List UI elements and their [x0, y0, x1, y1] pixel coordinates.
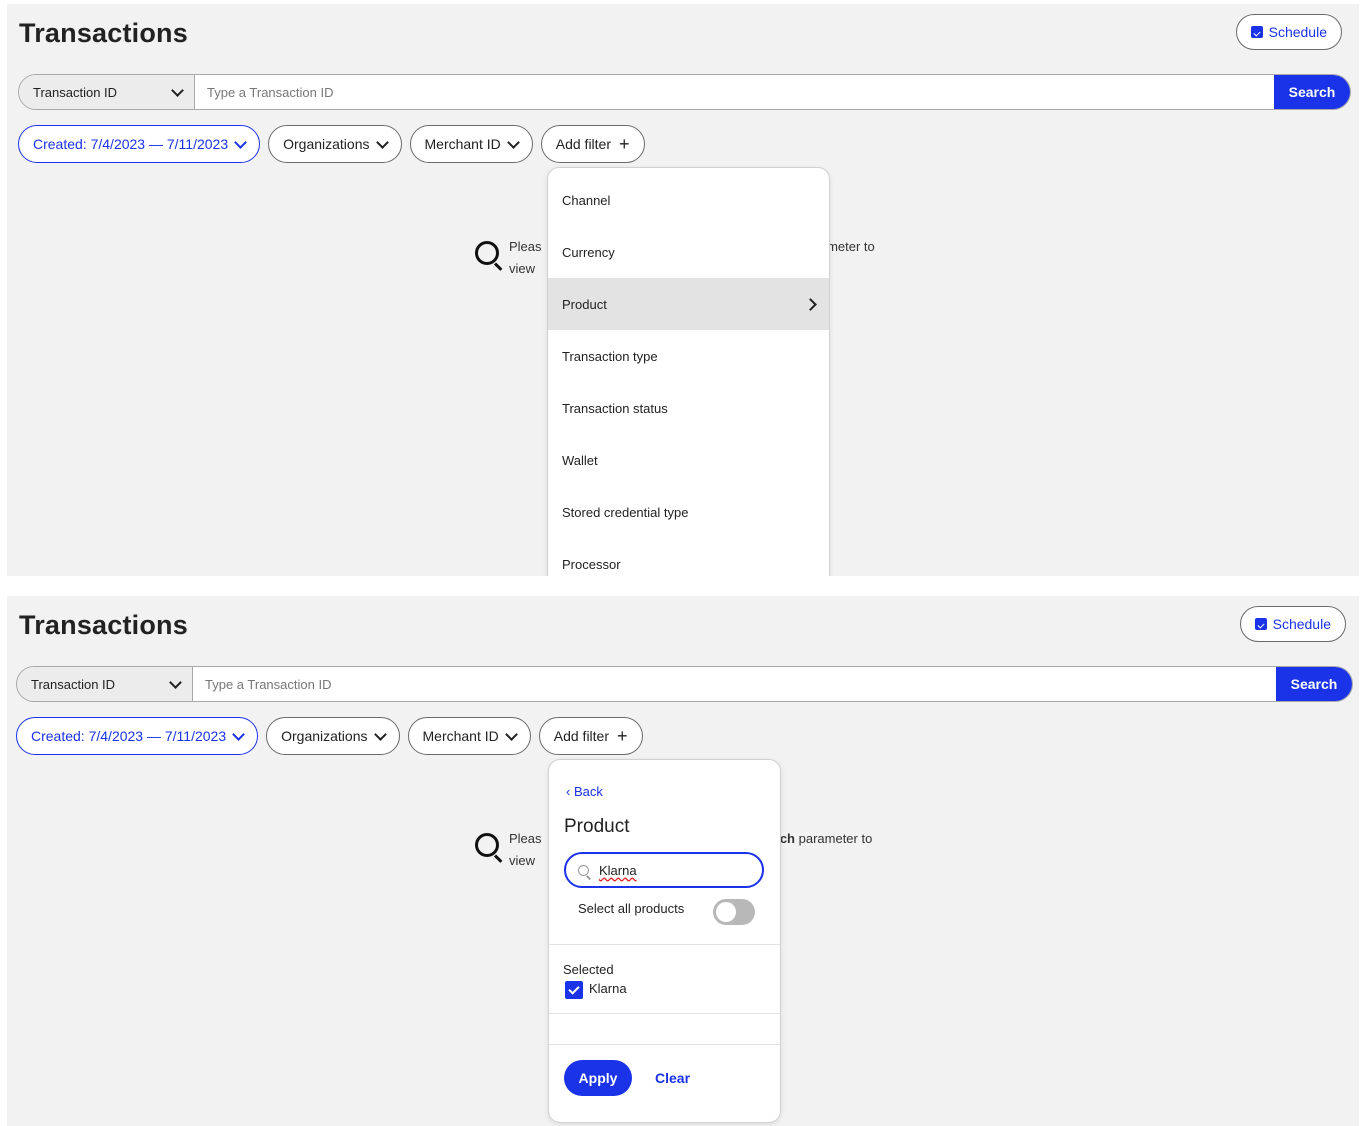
selected-heading: Selected [563, 962, 614, 977]
chevron-down-icon [373, 727, 387, 741]
menu-item-label: Channel [562, 192, 611, 208]
chevron-right-icon [804, 297, 817, 311]
add-filter-menu: Channel Currency Product Transaction typ… [547, 167, 830, 576]
add-filter-label: Add filter [553, 728, 609, 744]
plus-icon: + [617, 726, 628, 746]
menu-item-label: Stored credential type [562, 504, 689, 520]
apply-button[interactable]: Apply [564, 1060, 632, 1096]
add-filter-button[interactable]: Add filter + [538, 717, 643, 755]
search-icon [475, 833, 499, 857]
organizations-filter[interactable]: Organizations [266, 717, 400, 755]
menu-item-channel[interactable]: Channel [548, 174, 829, 226]
search-button[interactable]: Search [1276, 667, 1352, 701]
calendar-check-icon [1254, 618, 1267, 630]
select-all-label: Select all products [578, 901, 685, 916]
schedule-button[interactable]: Schedule [1239, 606, 1346, 642]
selected-item-label: Klarna [589, 981, 627, 996]
chevron-down-icon [375, 135, 389, 149]
merchant-id-filter[interactable]: Merchant ID [407, 717, 531, 755]
chevron-down-icon [232, 727, 245, 741]
search-icon [578, 864, 589, 876]
menu-item-wallet[interactable]: Wallet [548, 434, 829, 486]
add-filter-button[interactable]: Add filter + [540, 125, 645, 163]
product-search-input[interactable]: Klarna [564, 852, 764, 888]
search-type-select[interactable]: Transaction ID [19, 75, 195, 109]
product-filter-panel: ‹ Back Product Klarna Select all product… [548, 759, 781, 1123]
divider [549, 944, 780, 945]
empty-state-suffix: parameter to [795, 831, 873, 846]
menu-item-label: Product [562, 296, 607, 312]
calendar-check-icon [1250, 26, 1263, 38]
search-type-select[interactable]: Transaction ID [17, 667, 193, 701]
menu-item-transaction-status[interactable]: Transaction status [548, 382, 829, 434]
created-date-label: Created: 7/4/2023 — 7/11/2023 [31, 728, 227, 744]
schedule-button[interactable]: Schedule [1235, 14, 1342, 50]
product-panel-title: Product [564, 816, 630, 837]
chevron-down-icon [506, 135, 520, 149]
toggle-knob [716, 902, 736, 922]
plus-icon: + [619, 134, 630, 154]
menu-item-currency[interactable]: Currency [548, 226, 829, 278]
menu-item-transaction-type[interactable]: Transaction type [548, 330, 829, 382]
merchant-id-label: Merchant ID [422, 728, 499, 744]
menu-item-label: Currency [562, 244, 615, 260]
add-filter-label: Add filter [555, 136, 611, 152]
search-type-label: Transaction ID [31, 676, 116, 692]
filter-bar: Created: 7/4/2023 — 7/11/2023 Organizati… [16, 717, 643, 755]
organizations-label: Organizations [283, 136, 370, 152]
menu-item-processor[interactable]: Processor [548, 538, 829, 576]
chevron-down-icon [504, 727, 518, 741]
transaction-id-input[interactable]: Type a Transaction ID [195, 85, 1274, 100]
page-title: Transactions [19, 18, 188, 48]
chevron-down-icon [234, 135, 247, 149]
search-icon [475, 241, 499, 265]
product-search-value: Klarna [599, 862, 637, 878]
menu-item-product[interactable]: Product [548, 278, 829, 330]
back-label: Back [573, 784, 603, 799]
chevron-down-icon [169, 675, 182, 689]
empty-state-prefix: Pleas [509, 831, 542, 846]
menu-item-label: Transaction status [562, 400, 668, 416]
merchant-id-filter[interactable]: Merchant ID [409, 125, 533, 163]
divider [549, 1044, 780, 1045]
merchant-id-label: Merchant ID [424, 136, 501, 152]
created-date-label: Created: 7/4/2023 — 7/11/2023 [33, 136, 229, 152]
empty-state-prefix: Pleas [509, 239, 542, 254]
search-bar: Transaction ID Type a Transaction ID Sea… [18, 74, 1351, 110]
chevron-down-icon [171, 83, 184, 97]
menu-item-label: Processor [562, 556, 621, 572]
schedule-label: Schedule [1268, 24, 1327, 40]
search-button[interactable]: Search [1274, 75, 1350, 109]
organizations-filter[interactable]: Organizations [268, 125, 402, 163]
back-link[interactable]: ‹ Back [566, 784, 603, 799]
clear-button[interactable]: Clear [655, 1070, 690, 1086]
klarna-checkbox[interactable] [565, 981, 583, 999]
menu-item-label: Wallet [562, 452, 598, 468]
divider [549, 1013, 780, 1014]
select-all-toggle[interactable] [713, 899, 755, 925]
created-date-filter[interactable]: Created: 7/4/2023 — 7/11/2023 [16, 717, 259, 755]
search-bar: Transaction ID Type a Transaction ID Sea… [16, 666, 1353, 702]
organizations-label: Organizations [281, 728, 368, 744]
search-type-label: Transaction ID [33, 84, 118, 100]
menu-item-stored-credential-type[interactable]: Stored credential type [548, 486, 829, 538]
screenshot-bottom: Transactions Schedule Transaction ID Typ… [7, 596, 1359, 1126]
transaction-id-input[interactable]: Type a Transaction ID [193, 677, 1276, 692]
page-title: Transactions [19, 610, 188, 640]
filter-bar: Created: 7/4/2023 — 7/11/2023 Organizati… [18, 125, 645, 163]
menu-item-label: Transaction type [562, 348, 658, 364]
schedule-label: Schedule [1272, 616, 1331, 632]
created-date-filter[interactable]: Created: 7/4/2023 — 7/11/2023 [18, 125, 261, 163]
screenshot-top: Transactions Schedule Transaction ID Typ… [7, 4, 1359, 576]
